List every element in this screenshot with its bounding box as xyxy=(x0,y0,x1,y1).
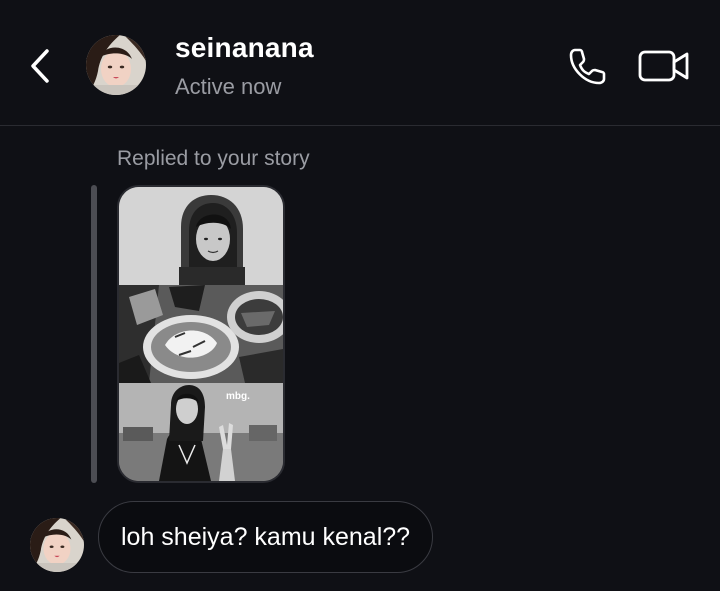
contact-avatar[interactable] xyxy=(86,35,146,95)
message-sender-avatar[interactable] xyxy=(30,518,84,572)
chat-header: seinanana Active now xyxy=(0,0,720,126)
video-camera-icon xyxy=(638,50,689,82)
avatar-photo xyxy=(86,35,146,95)
reply-caption: Replied to your story xyxy=(117,147,310,170)
story-watermark: mbg. xyxy=(226,391,250,402)
back-button[interactable] xyxy=(18,42,62,90)
audio-call-button[interactable] xyxy=(566,44,610,88)
story-thumbnail[interactable]: mbg. xyxy=(117,185,285,483)
video-call-button[interactable] xyxy=(636,44,692,88)
story-collage-image xyxy=(119,187,283,481)
contact-name[interactable]: seinanana xyxy=(175,32,314,64)
chevron-left-icon xyxy=(31,49,49,83)
header-divider xyxy=(0,125,720,126)
active-status: Active now xyxy=(175,74,282,99)
phone-icon xyxy=(569,48,606,85)
avatar-photo xyxy=(30,518,84,572)
reply-quote-bar xyxy=(91,185,97,483)
message-bubble[interactable]: loh sheiya? kamu kenal?? xyxy=(98,501,434,573)
